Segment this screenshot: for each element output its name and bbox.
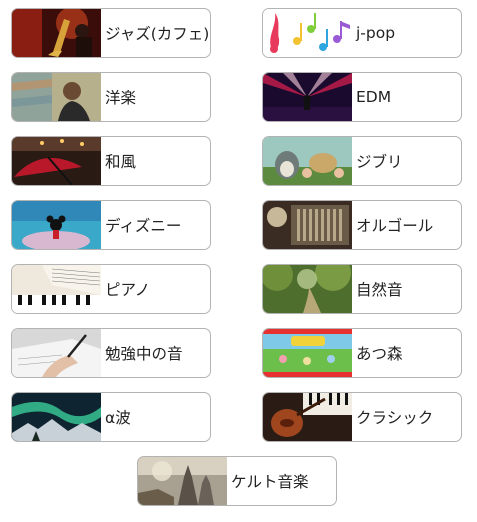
disney-character-icon — [12, 201, 101, 249]
genre-card-music-box[interactable]: オルゴール — [262, 200, 462, 250]
violin-piano-icon — [263, 393, 352, 441]
aurora-icon — [12, 393, 101, 441]
music-notes-icon — [263, 9, 352, 57]
genre-card-study-sounds[interactable]: 勉強中の音 — [11, 328, 211, 378]
genre-label: ジブリ — [356, 153, 403, 171]
japanese-umbrella-icon — [12, 137, 101, 185]
genre-label: オルゴール — [356, 217, 434, 235]
genre-card-alpha-waves[interactable]: α波 — [11, 392, 211, 442]
genre-label: 勉強中の音 — [105, 345, 183, 363]
genre-card-western[interactable]: 洋楽 — [11, 72, 211, 122]
music-box-icon — [263, 201, 352, 249]
singer-icon — [12, 73, 101, 121]
piano-sheet-icon — [12, 265, 101, 313]
genre-card-nature-sounds[interactable]: 自然音 — [262, 264, 462, 314]
genre-label: ジャズ(カフェ) — [105, 25, 210, 43]
genre-label: あつ森 — [356, 345, 403, 363]
genre-card-celtic-music[interactable]: ケルト音楽 — [137, 456, 337, 506]
genre-card-jazz-cafe[interactable]: ジャズ(カフェ) — [11, 8, 211, 58]
genre-label: j-pop — [356, 24, 396, 42]
dj-stage-icon — [263, 73, 352, 121]
genre-label: ピアノ — [105, 281, 151, 299]
genre-card-ghibli[interactable]: ジブリ — [262, 136, 462, 186]
genre-label: ディズニー — [105, 217, 182, 235]
genre-label: α波 — [105, 409, 131, 427]
genre-card-piano[interactable]: ピアノ — [11, 264, 211, 314]
genre-card-classical[interactable]: クラシック — [262, 392, 462, 442]
genre-label: 自然音 — [356, 281, 403, 299]
forest-path-icon — [263, 265, 352, 313]
celtic-castle-icon — [138, 457, 227, 505]
genre-label: ケルト音楽 — [231, 473, 309, 491]
genre-label: 和風 — [105, 153, 137, 171]
genre-label: 洋楽 — [105, 89, 137, 107]
studying-hand-icon — [12, 329, 101, 377]
ghibli-characters-icon — [263, 137, 352, 185]
genre-label: クラシック — [356, 409, 434, 427]
genre-grid: ジャズ(カフェ) j-pop 洋楽 EDM 和風 ジブリ ディズニー オルゴール… — [0, 0, 477, 522]
genre-card-edm[interactable]: EDM — [262, 72, 462, 122]
genre-card-jpop[interactable]: j-pop — [262, 8, 462, 58]
genre-card-disney[interactable]: ディズニー — [11, 200, 211, 250]
genre-card-japanese[interactable]: 和風 — [11, 136, 211, 186]
saxophone-icon — [12, 9, 101, 57]
animal-crossing-icon — [263, 329, 352, 377]
genre-card-animal-crossing[interactable]: あつ森 — [262, 328, 462, 378]
genre-label: EDM — [356, 88, 392, 106]
